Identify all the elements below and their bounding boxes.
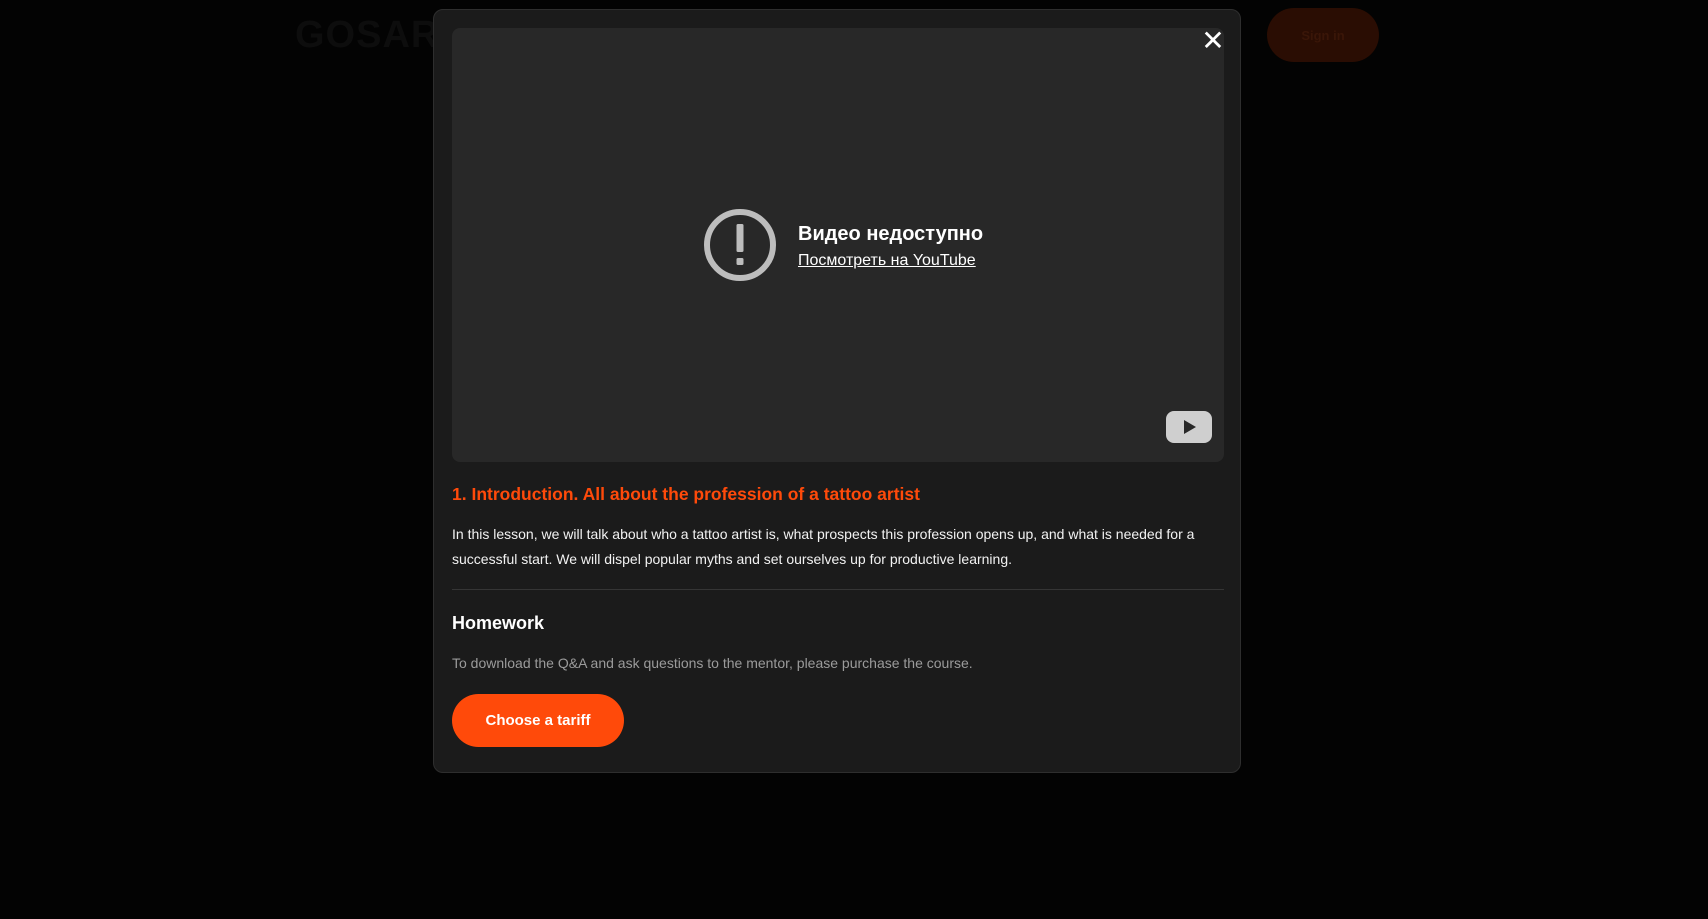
homework-text: To download the Q&A and ask questions to… bbox=[452, 655, 973, 671]
close-icon[interactable]: ✕ bbox=[1198, 26, 1228, 56]
login-button[interactable]: Sign in bbox=[1267, 8, 1379, 62]
video-unavailable-title: Видео недоступно bbox=[798, 222, 984, 245]
video-error-message: Видео недоступно Посмотреть на YouTube bbox=[703, 208, 983, 282]
lesson-description: In this lesson, we will talk about who a… bbox=[452, 526, 1195, 567]
watch-on-youtube-link[interactable]: Посмотреть на YouTube bbox=[798, 252, 983, 270]
youtube-icon[interactable] bbox=[1166, 411, 1212, 443]
choose-tariff-button[interactable]: Choose a tariff bbox=[452, 694, 624, 747]
exclamation-circle-icon bbox=[704, 209, 776, 281]
homework-title: Homework bbox=[452, 613, 545, 633]
section-divider bbox=[452, 589, 1224, 590]
lesson-title: 1. Introduction. All about the professio… bbox=[452, 484, 920, 504]
video-player[interactable]: Видео недоступно Посмотреть на YouTube bbox=[452, 28, 1224, 462]
page: GOSART Sign in ✕ Видео недоступно Посмот… bbox=[0, 0, 1708, 919]
